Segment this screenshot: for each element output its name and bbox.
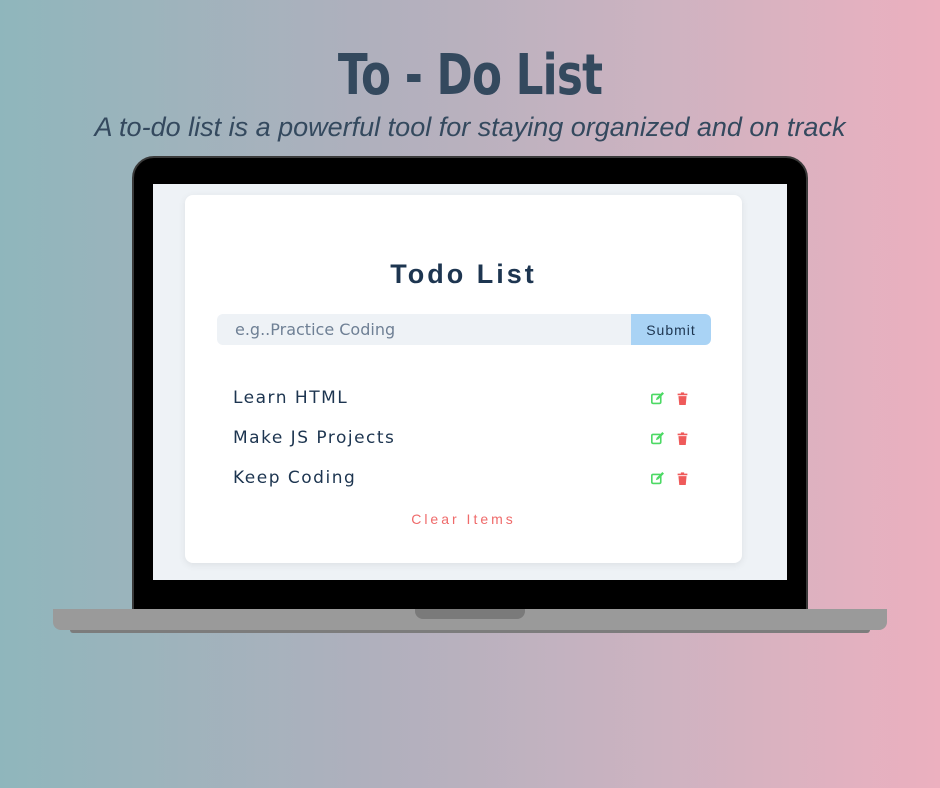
clear-items-button[interactable]: Clear Items [185,511,742,527]
todo-item-actions [651,471,689,485]
edit-icon[interactable] [651,431,664,445]
trash-icon[interactable] [676,391,689,405]
submit-button[interactable]: Submit [631,314,711,345]
todo-item-text: Keep Coding [233,468,357,488]
todo-item: Learn HTML [233,378,693,418]
trash-icon[interactable] [676,431,689,445]
laptop-notch [415,609,525,619]
todo-item: Keep Coding [233,458,693,498]
todo-list: Learn HTML Make JS Projects Keep Coding [233,378,693,498]
todo-form: Submit [217,314,711,345]
edit-icon[interactable] [651,391,664,405]
hero-title: To - Do List [337,43,603,108]
todo-item-actions [651,431,689,445]
todo-input[interactable] [217,314,631,345]
edit-icon[interactable] [651,471,664,485]
todo-card: Todo List Submit Learn HTML [185,195,742,563]
todo-item-text: Make JS Projects [233,428,396,448]
laptop-base-shadow [70,630,870,633]
trash-icon[interactable] [676,471,689,485]
todo-item-actions [651,391,689,405]
todo-item: Make JS Projects [233,418,693,458]
app-title: Todo List [390,259,537,289]
hero-subtitle: A to-do list is a powerful tool for stay… [94,112,846,142]
todo-item-text: Learn HTML [233,388,349,408]
